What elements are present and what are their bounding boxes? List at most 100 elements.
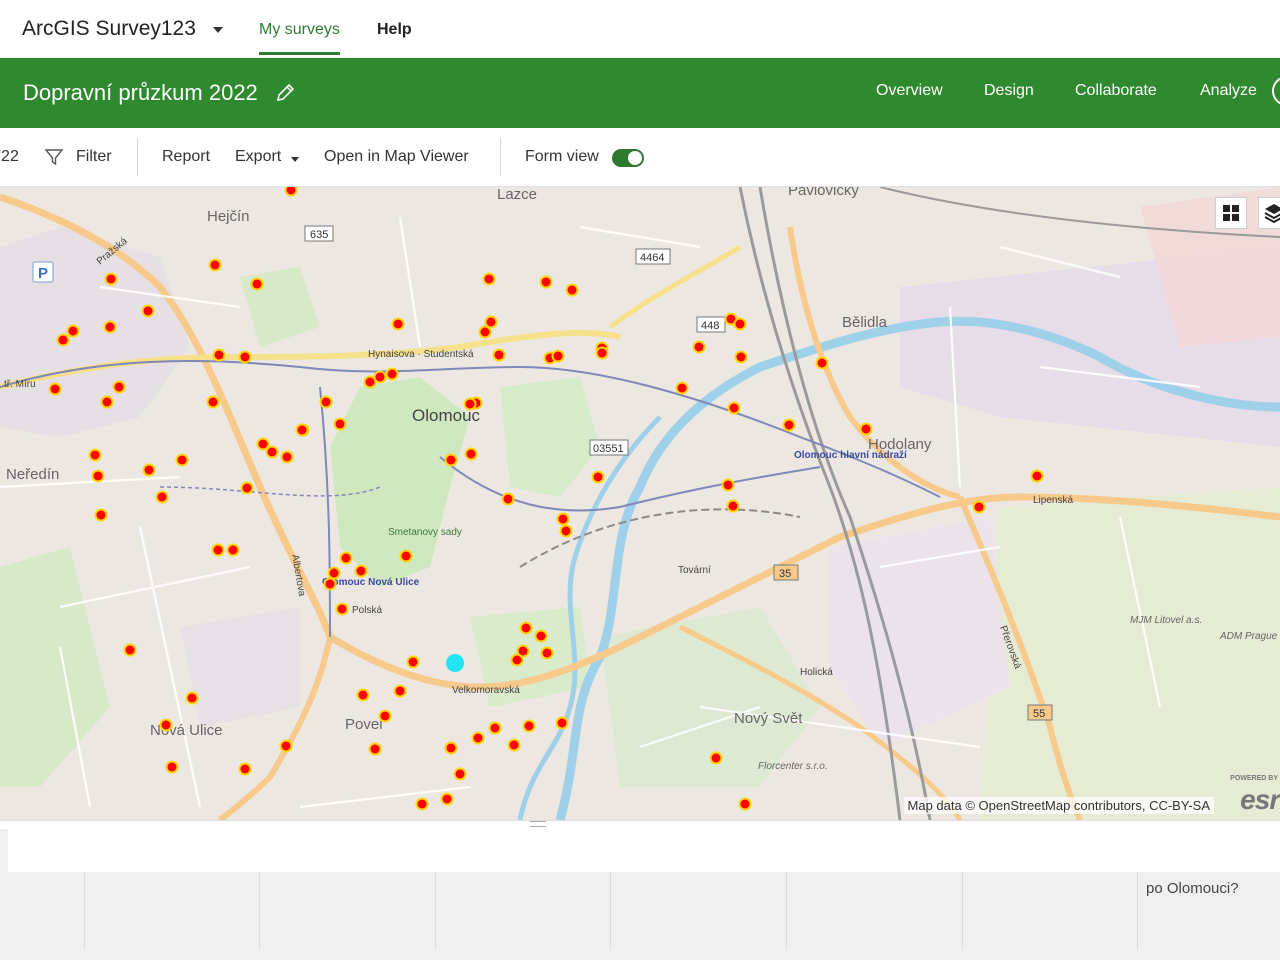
selected-survey-point[interactable] (446, 654, 464, 672)
survey-point[interactable] (692, 340, 706, 354)
survey-point[interactable] (66, 324, 80, 338)
survey-point[interactable] (165, 760, 179, 774)
survey-point[interactable] (519, 621, 533, 635)
form-view-toggle[interactable] (612, 149, 644, 167)
survey-point[interactable] (94, 508, 108, 522)
survey-point[interactable] (339, 551, 353, 565)
survey-point[interactable] (256, 437, 270, 451)
survey-point[interactable] (522, 719, 536, 733)
survey-point[interactable] (48, 382, 62, 396)
survey-point[interactable] (444, 453, 458, 467)
survey-point[interactable] (56, 333, 70, 347)
survey-point[interactable] (727, 401, 741, 415)
open-map-viewer-button[interactable]: Open in Map Viewer (324, 148, 469, 166)
survey-point[interactable] (406, 655, 420, 669)
report-button[interactable]: Report (162, 148, 210, 166)
survey-point[interactable] (565, 283, 579, 297)
survey-point[interactable] (279, 739, 293, 753)
survey-point[interactable] (415, 797, 429, 811)
survey-point[interactable] (733, 317, 747, 331)
survey-point[interactable] (556, 512, 570, 526)
pencil-icon[interactable] (274, 82, 296, 104)
survey-point[interactable] (540, 646, 554, 660)
survey-point[interactable] (319, 395, 333, 409)
survey-points-layer[interactable] (0, 187, 1280, 820)
survey-point[interactable] (726, 499, 740, 513)
survey-point[interactable] (815, 356, 829, 370)
survey-point[interactable] (463, 397, 477, 411)
survey-point[interactable] (464, 447, 478, 461)
survey-point[interactable] (100, 395, 114, 409)
survey-point[interactable] (507, 738, 521, 752)
more-options-icon[interactable] (1272, 76, 1280, 106)
survey-point[interactable] (335, 602, 349, 616)
survey-point[interactable] (484, 315, 498, 329)
survey-point[interactable] (112, 380, 126, 394)
survey-point[interactable] (555, 716, 569, 730)
survey-point[interactable] (265, 445, 279, 459)
survey-point[interactable] (595, 346, 609, 360)
survey-point[interactable] (327, 566, 341, 580)
survey-point[interactable] (510, 653, 524, 667)
survey-point[interactable] (399, 549, 413, 563)
column-header-text[interactable]: po Olomouci? (1146, 880, 1239, 897)
basemap-gallery-button[interactable] (1215, 197, 1247, 229)
survey-point[interactable] (103, 320, 117, 334)
survey-point[interactable] (972, 500, 986, 514)
survey-point[interactable] (250, 277, 264, 291)
panel-splitter[interactable] (0, 820, 1280, 873)
survey-point[interactable] (356, 688, 370, 702)
tab-overview[interactable]: Overview (876, 82, 943, 100)
survey-point[interactable] (738, 797, 752, 811)
survey-point[interactable] (391, 317, 405, 331)
survey-point[interactable] (551, 349, 565, 363)
filter-button[interactable]: Filter (76, 148, 112, 166)
survey-point[interactable] (368, 742, 382, 756)
tab-design[interactable]: Design (984, 82, 1034, 100)
survey-point[interactable] (211, 543, 225, 557)
tab-analyze[interactable]: Analyze (1200, 82, 1257, 100)
survey-point[interactable] (378, 709, 392, 723)
survey-point[interactable] (444, 741, 458, 755)
survey-point[interactable] (240, 481, 254, 495)
survey-point[interactable] (185, 691, 199, 705)
survey-point[interactable] (284, 187, 298, 197)
survey-point[interactable] (295, 423, 309, 437)
survey-point[interactable] (212, 348, 226, 362)
survey-point[interactable] (488, 721, 502, 735)
survey-point[interactable] (709, 751, 723, 765)
survey-point[interactable] (238, 350, 252, 364)
survey-point[interactable] (385, 367, 399, 381)
survey-point[interactable] (440, 792, 454, 806)
survey-point[interactable] (175, 453, 189, 467)
survey-point[interactable] (478, 325, 492, 339)
survey-point[interactable] (206, 395, 220, 409)
date-range-fragment[interactable]: '22 (0, 148, 19, 166)
survey-point[interactable] (482, 272, 496, 286)
survey-point[interactable] (159, 718, 173, 732)
survey-point[interactable] (104, 272, 118, 286)
survey-point[interactable] (238, 762, 252, 776)
survey-point[interactable] (123, 643, 137, 657)
drag-handle-icon[interactable] (530, 821, 546, 827)
survey-point[interactable] (226, 543, 240, 557)
survey-point[interactable] (91, 469, 105, 483)
survey-point[interactable] (453, 767, 467, 781)
survey-point[interactable] (155, 490, 169, 504)
survey-point[interactable] (559, 524, 573, 538)
nav-my-surveys[interactable]: My surveys (259, 21, 340, 55)
survey-point[interactable] (323, 577, 337, 591)
app-brand[interactable]: ArcGIS Survey123 (22, 17, 196, 41)
survey-point[interactable] (675, 381, 689, 395)
export-button[interactable]: Export (235, 148, 281, 166)
survey-point[interactable] (141, 304, 155, 318)
survey-point[interactable] (534, 629, 548, 643)
survey-point[interactable] (142, 463, 156, 477)
survey-point[interactable] (501, 492, 515, 506)
survey-point[interactable] (280, 450, 294, 464)
brand-dropdown-icon[interactable] (213, 27, 223, 33)
export-dropdown-icon[interactable] (291, 157, 299, 162)
survey-point[interactable] (734, 350, 748, 364)
survey-point[interactable] (393, 684, 407, 698)
survey-point[interactable] (1030, 469, 1044, 483)
